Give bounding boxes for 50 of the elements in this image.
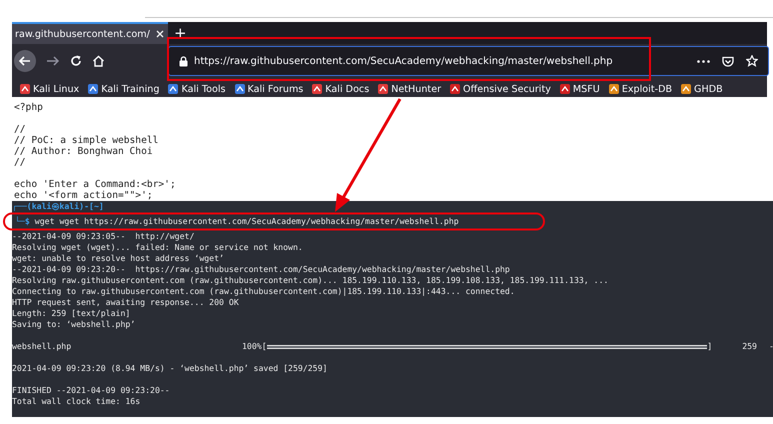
bookmark[interactable]: NetHunter [378,84,442,94]
bookmark[interactable]: Kali Forums [234,84,304,94]
close-icon[interactable] [156,30,164,38]
file-size: 259 [742,341,757,352]
output-line: Resolving raw.githubusercontent.com (raw.githubusercontent.com)... 185.199.110.133, 185.199.108.133, 185.199.111.133, ... [12,275,610,286]
lock-icon [179,56,188,66]
code-line: echo '<form action="">'; [14,190,154,201]
tab-title: raw.githubusercontent.com/ [15,28,150,40]
bookmark[interactable]: Offensive Security [450,84,551,94]
progress-bracket: ] [707,341,712,352]
forward-icon[interactable] [46,55,60,67]
browser-tab[interactable]: raw.githubusercontent.com/ [12,22,168,44]
prompt-symbol: └─$ [15,216,30,227]
progress-percent: 100%[ [242,341,267,352]
code-line: // PoC: a simple webshell [14,135,160,146]
star-icon[interactable] [746,55,758,67]
output-line: Total wall clock time: 16s [12,396,142,407]
code-line: // Author: Bonghwan Choi [14,146,154,157]
bookmark[interactable]: Kali Linux [20,84,80,94]
url-text: https://raw.githubusercontent.com/SecuAcademy/webhacking/master/webshell.php [194,56,613,66]
bookmark[interactable]: MSFU [560,84,600,94]
bookmark[interactable]: Kali Docs [312,84,370,94]
back-icon[interactable] [14,50,36,72]
pocket-icon[interactable] [722,56,734,66]
code-line: <?php [14,102,44,113]
code-line: // [14,157,27,168]
command-text: wget wget https://raw.githubusercontent.com/SecuAcademy/webhacking/master/webshell.php [34,216,459,227]
code-line: // [14,124,27,135]
file-name: webshell.php [12,341,72,352]
reload-icon[interactable] [70,55,82,67]
output-line: HTTP request sent, awaiting response... 200 OK [12,297,240,308]
bookmark[interactable]: GHDB [681,84,723,94]
output-line: Length: 259 [text/plain] [12,308,132,319]
output-line: wget: unable to resolve host address ‘wget’ [12,253,225,264]
bookmark[interactable]: Kali Tools [168,84,226,94]
code-line: echo 'Enter a Command:<br>'; [14,179,177,190]
output-line: FINISHED --2021-04-09 09:23:20-- [12,385,171,396]
progress-eta: - [769,341,773,352]
output-line: --2021-04-09 09:23:05-- http://wget/ [12,231,196,242]
more-icon[interactable] [697,60,710,62]
prompt-line: ┌──(kali㉿kali)-[~] [12,201,105,212]
address-bar[interactable]: https://raw.githubusercontent.com/SecuAcademy/webhacking/master/webshell.php [168,46,769,76]
output-line: Resolving wget (wget)... failed: Name or service not known. [12,242,304,253]
bookmark[interactable]: Kali Training [88,84,160,94]
home-icon[interactable] [92,55,105,67]
output-line: Saving to: ‘webshell.php’ [12,319,136,330]
output-line: --2021-04-09 09:23:20-- https://raw.githubusercontent.com/SecuAcademy/webhacking/master/webshell.php [12,264,511,275]
bookmark[interactable]: Exploit-DB [608,84,672,94]
output-line: 2021-04-09 09:23:20 (8.94 MB/s) - ‘webshell.php’ saved [259/259] [12,363,328,374]
output-line: Connecting to raw.githubusercontent.com (raw.githubusercontent.com)|185.199.110.133|:443... connected. [12,286,516,297]
